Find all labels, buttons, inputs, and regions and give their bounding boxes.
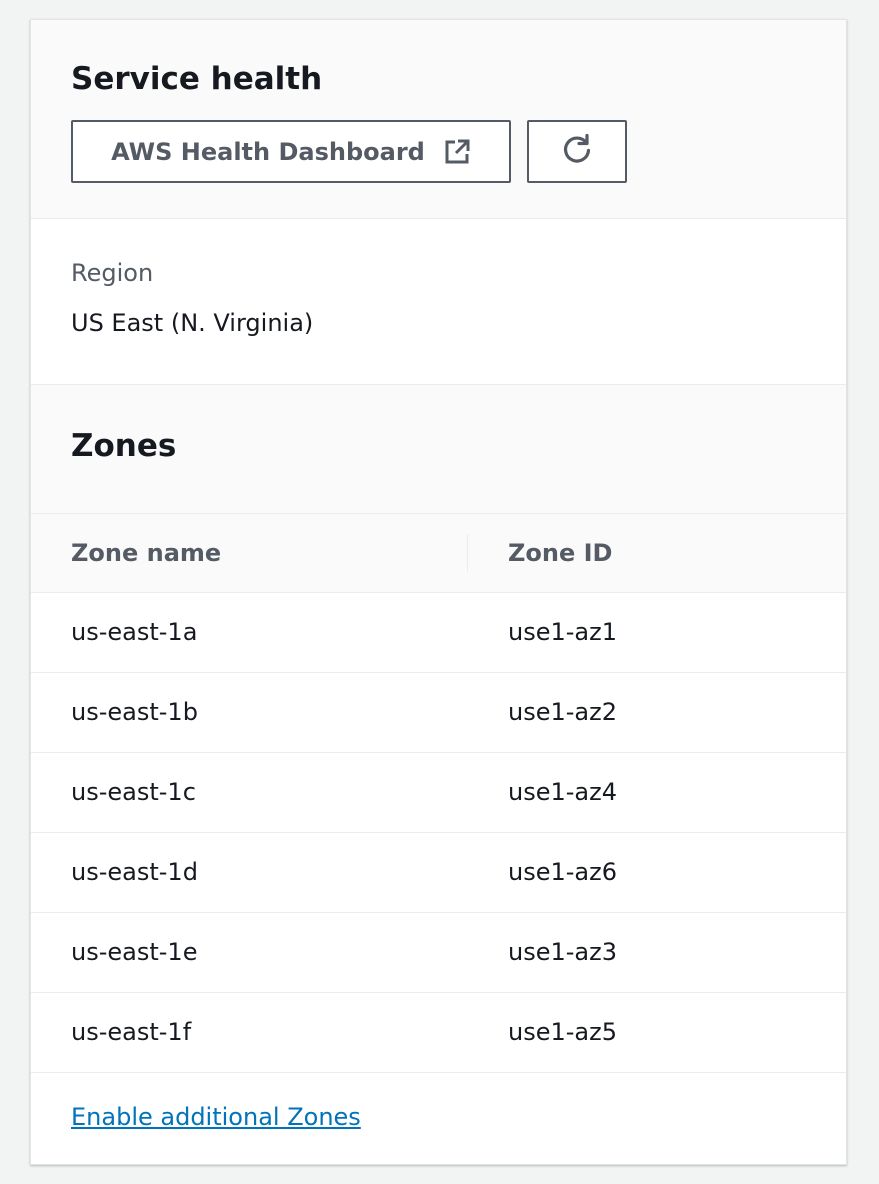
zone-name-cell: us-east-1d — [31, 832, 468, 913]
column-header-zone-id: Zone ID — [468, 514, 846, 593]
zone-name-cell: us-east-1f — [31, 992, 468, 1073]
header-actions: AWS Health Dashboard — [71, 120, 806, 183]
table-row: us-east-1d use1-az6 — [31, 832, 846, 913]
zone-name-cell: us-east-1c — [31, 752, 468, 833]
region-label: Region — [71, 259, 154, 287]
panel-footer: Enable additional Zones — [31, 1073, 846, 1131]
enable-additional-zones-link[interactable]: Enable additional Zones — [71, 1103, 361, 1131]
zone-name-cell: us-east-1a — [31, 592, 468, 673]
zone-id-cell: use1-az4 — [468, 752, 846, 833]
zone-id-cell: use1-az5 — [468, 992, 846, 1073]
table-row: us-east-1e use1-az3 — [31, 912, 846, 993]
zone-id-cell: use1-az1 — [468, 592, 846, 673]
zone-id-cell: use1-az2 — [468, 672, 846, 753]
zone-name-cell: us-east-1b — [31, 672, 468, 753]
zones-table: Zone name Zone ID us-east-1a use1-az1 us… — [31, 514, 846, 1073]
region-value: US East (N. Virginia) — [71, 309, 314, 337]
zones-title: Zones — [71, 428, 177, 464]
zone-id-cell: use1-az6 — [468, 832, 846, 913]
dashboard-button-label: AWS Health Dashboard — [111, 137, 425, 166]
table-row: us-east-1a use1-az1 — [31, 592, 846, 673]
zone-name-cell: us-east-1e — [31, 912, 468, 993]
aws-health-dashboard-button[interactable]: AWS Health Dashboard — [71, 120, 511, 183]
service-health-panel: Service health AWS Health Dashboard Regi… — [30, 19, 847, 1165]
panel-title: Service health — [71, 61, 323, 97]
table-header-row: Zone name Zone ID — [31, 514, 846, 593]
table-row: us-east-1c use1-az4 — [31, 752, 846, 833]
refresh-button[interactable] — [527, 120, 627, 183]
panel-header: Service health AWS Health Dashboard — [31, 20, 846, 219]
column-header-zone-name: Zone name — [31, 514, 468, 593]
table-row: us-east-1b use1-az2 — [31, 672, 846, 753]
external-link-icon — [443, 138, 471, 166]
zones-header: Zones — [31, 385, 846, 514]
zone-id-cell: use1-az3 — [468, 912, 846, 993]
refresh-icon — [560, 132, 594, 172]
table-row: us-east-1f use1-az5 — [31, 992, 846, 1073]
region-section: Region US East (N. Virginia) — [31, 219, 846, 385]
